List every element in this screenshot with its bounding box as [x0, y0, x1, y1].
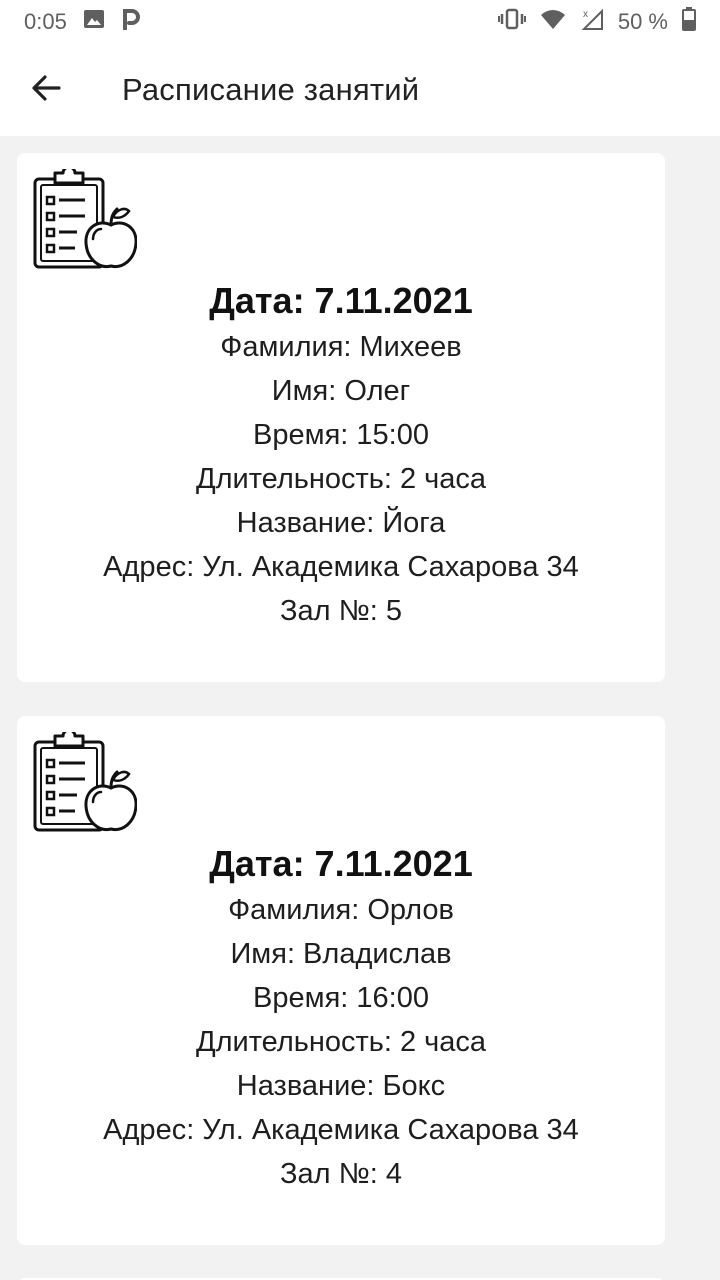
- page-title: Расписание занятий: [122, 72, 420, 107]
- clipboard-apple-icon: [33, 165, 138, 273]
- card-duration: Длительность: 2 часа: [195, 1026, 487, 1058]
- card-address: Адрес: Ул. Академика Сахарова 34: [103, 1114, 579, 1146]
- status-bar-left: 0:05: [24, 8, 141, 36]
- card-address: Адрес: Ул. Академика Сахарова 34: [103, 551, 579, 583]
- wifi-icon: [540, 9, 566, 35]
- image-icon: [83, 9, 105, 35]
- card-time: Время: 15:00: [253, 419, 429, 451]
- status-bar: 0:05 x 50 %: [0, 0, 720, 44]
- card-surname: Фамилия: Михеев: [220, 331, 462, 363]
- card-duration: Длительность: 2 часа: [195, 463, 487, 495]
- status-bar-right: x 50 %: [497, 7, 696, 37]
- schedule-card[interactable]: Дата: 7.11.2021 Фамилия: Орлов Имя: Влад…: [17, 716, 665, 1245]
- card-name: Имя: Владислав: [230, 938, 452, 970]
- card-date: Дата: 7.11.2021: [209, 843, 473, 884]
- card-hall: Зал №: 5: [280, 595, 402, 627]
- schedule-card[interactable]: Дата: 7.11.2021 Фамилия: Михеев Имя: Оле…: [17, 153, 665, 682]
- vibrate-icon: [497, 8, 526, 36]
- card-body: Дата: 7.11.2021 Фамилия: Михеев Имя: Оле…: [17, 279, 665, 633]
- app-bar: Расписание занятий: [0, 44, 720, 136]
- back-button[interactable]: [0, 44, 92, 136]
- status-time: 0:05: [24, 9, 67, 34]
- card-title: Название: Бокс: [236, 1070, 446, 1102]
- card-date: Дата: 7.11.2021: [209, 280, 473, 321]
- arrow-back-icon: [31, 74, 61, 107]
- clipboard-apple-icon: [33, 728, 138, 836]
- battery-text: 50 %: [617, 9, 668, 34]
- no-signal-icon: x: [580, 7, 604, 37]
- card-time: Время: 16:00: [253, 982, 429, 1014]
- card-surname: Фамилия: Орлов: [228, 894, 454, 926]
- card-title: Название: Йога: [236, 507, 446, 539]
- p-app-icon: [121, 8, 141, 36]
- card-hall: Зал №: 4: [280, 1158, 402, 1190]
- card-body: Дата: 7.11.2021 Фамилия: Орлов Имя: Влад…: [17, 842, 665, 1196]
- svg-text:x: x: [583, 9, 588, 20]
- schedule-list[interactable]: Дата: 7.11.2021 Фамилия: Михеев Имя: Оле…: [0, 136, 720, 1280]
- battery-icon: [682, 7, 696, 37]
- card-name: Имя: Олег: [271, 375, 411, 407]
